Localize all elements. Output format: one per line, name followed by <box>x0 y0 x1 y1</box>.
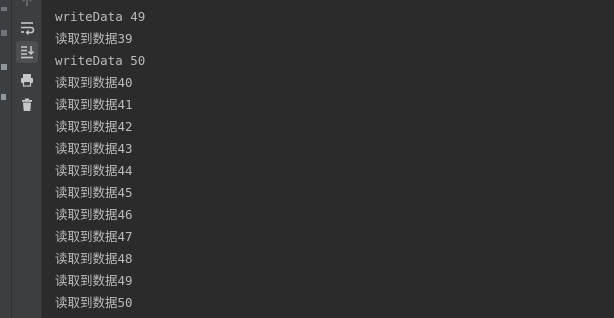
scroll-to-end-button[interactable] <box>16 41 38 63</box>
console-line: writeData 49 <box>55 9 146 24</box>
gutter-marker <box>1 64 7 70</box>
scroll-up-button[interactable] <box>16 0 38 12</box>
print-icon <box>21 74 33 87</box>
print-button[interactable] <box>16 69 38 91</box>
scroll-to-end-icon <box>21 46 35 59</box>
trash-icon <box>22 98 32 111</box>
console-line: 读取到数据49 <box>55 273 133 288</box>
console-toolbar <box>12 0 42 318</box>
soft-wrap-icon <box>21 22 35 35</box>
console-line: 读取到数据40 <box>55 75 133 90</box>
console-line: 读取到数据41 <box>55 97 133 112</box>
console-line: writeData 50 <box>55 53 146 68</box>
left-gutter <box>0 0 12 318</box>
gutter-marker <box>1 30 7 36</box>
console-line: 读取到数据46 <box>55 207 133 222</box>
console-line: 读取到数据39 <box>55 31 133 46</box>
console-output[interactable]: writeData 49 读取到数据39 writeData 50 读取到数据4… <box>43 0 614 318</box>
soft-wrap-button[interactable] <box>16 17 38 39</box>
console-line: 读取到数据44 <box>55 163 133 178</box>
console-lines: writeData 49 读取到数据39 writeData 50 读取到数据4… <box>55 6 145 314</box>
run-console-window: writeData 49 读取到数据39 writeData 50 读取到数据4… <box>0 0 614 318</box>
console-line: 读取到数据50 <box>55 295 133 310</box>
clear-all-button[interactable] <box>16 94 38 116</box>
console-line: 读取到数据47 <box>55 229 133 244</box>
scroll-up-icon <box>22 0 32 6</box>
console-line: 读取到数据43 <box>55 141 133 156</box>
gutter-marker <box>1 7 7 11</box>
console-line: 读取到数据42 <box>55 119 133 134</box>
console-line: 读取到数据48 <box>55 251 133 266</box>
gutter-marker <box>1 94 6 100</box>
console-line: 读取到数据45 <box>55 185 133 200</box>
